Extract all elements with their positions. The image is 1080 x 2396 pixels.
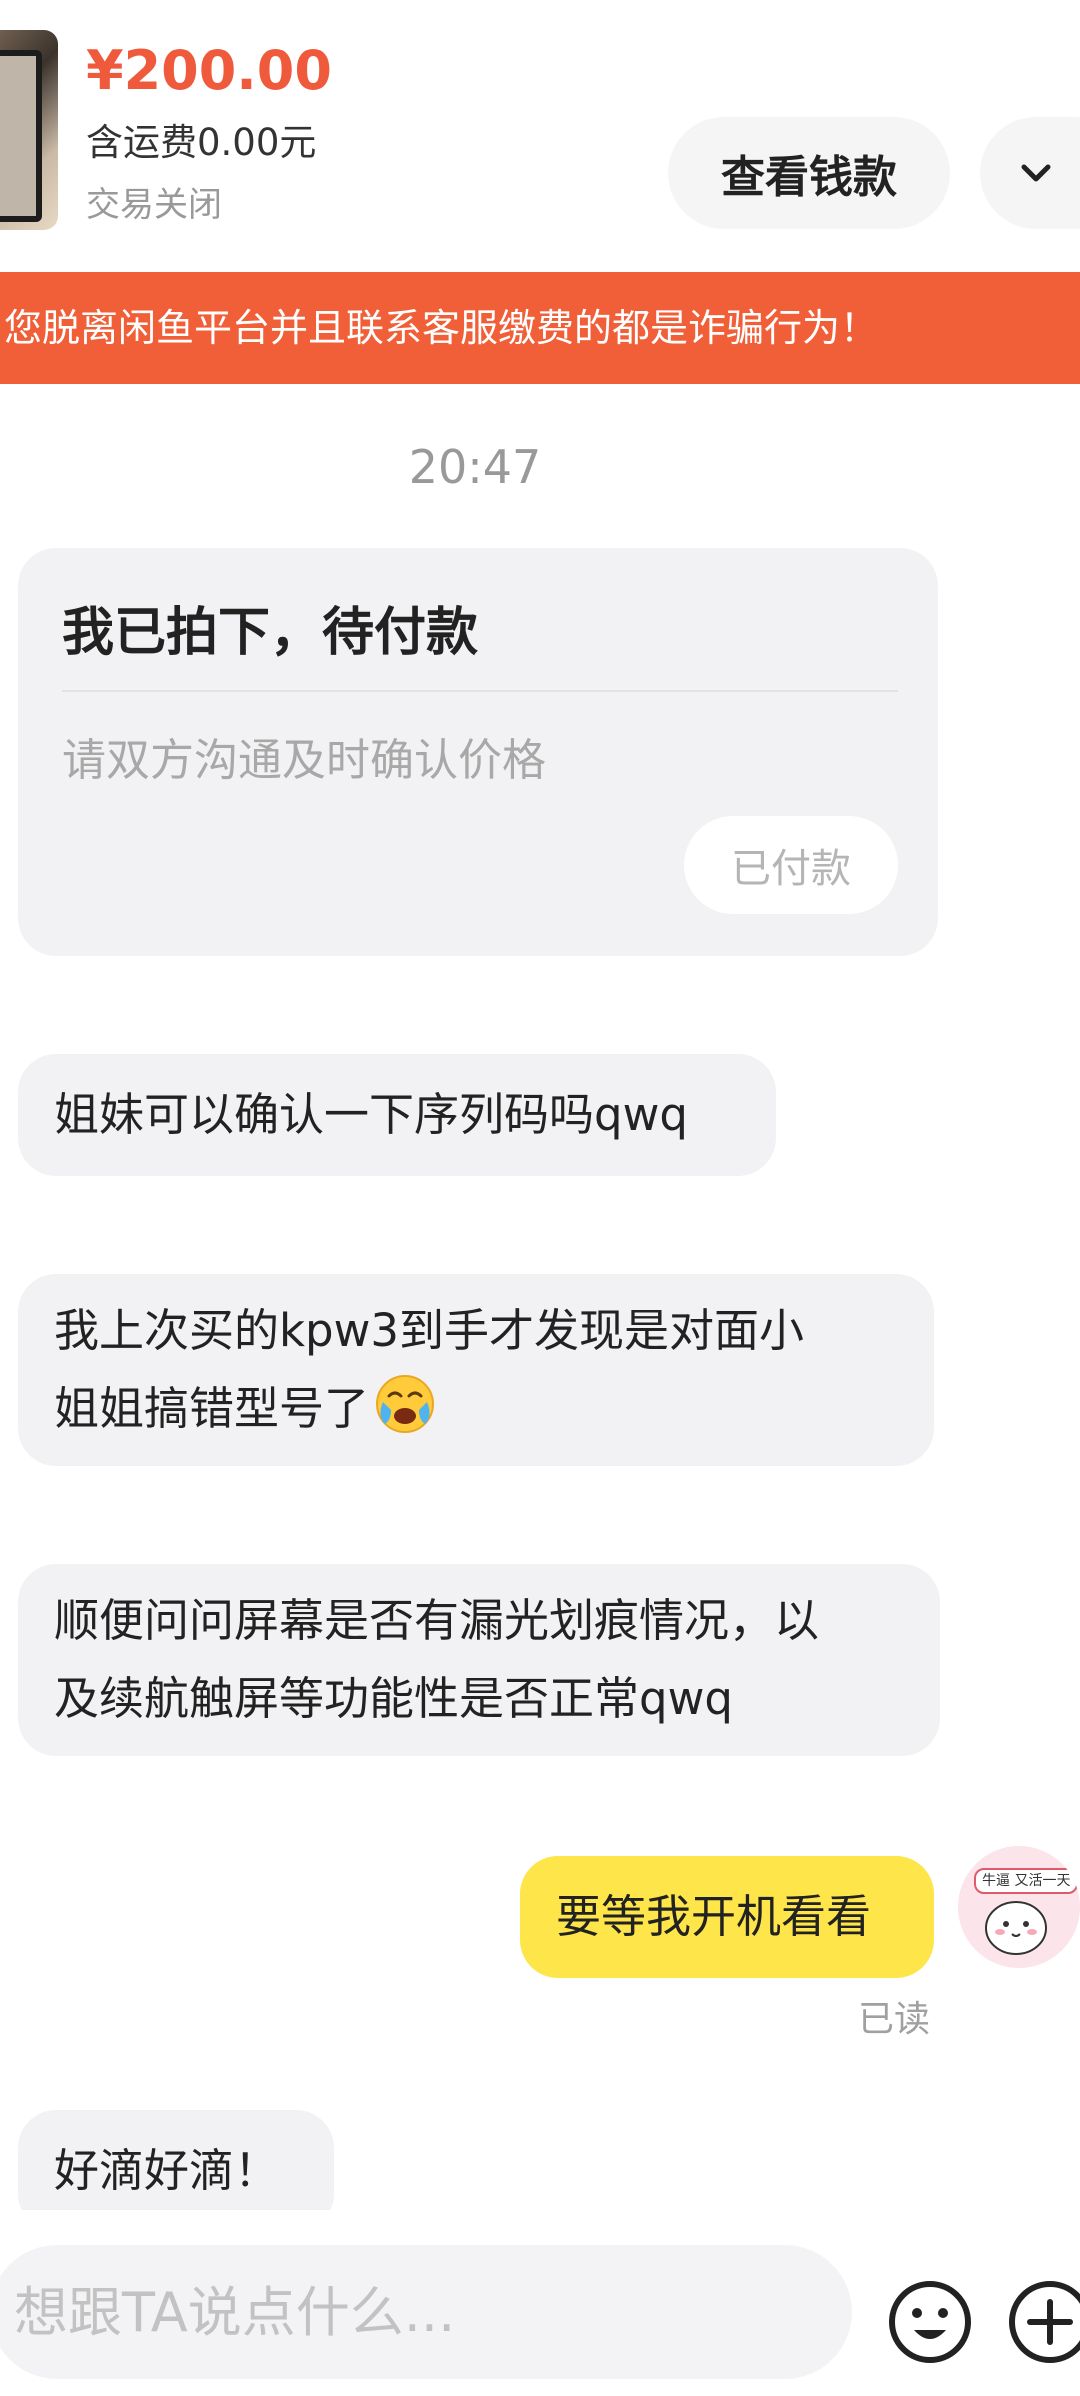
message-timestamp: 20:47 [408, 440, 542, 494]
order-price: ¥200.00 [86, 39, 332, 102]
smiley-icon[interactable] [886, 2278, 974, 2366]
divider [62, 690, 898, 692]
my-message-bubble[interactable]: 要等我开机看看 [520, 1856, 934, 1978]
message-text-line: 及续航触屏等功能性是否正常qwq [54, 1672, 733, 1725]
order-card-note: 请双方沟通及时确认价格 [62, 735, 546, 786]
order-card-title: 我已拍下，待付款 [62, 603, 479, 663]
avatar-sticker-caption: 牛逼 又活一天 [974, 1868, 1079, 1894]
paid-button[interactable]: 已付款 [684, 816, 898, 914]
plus-circle-icon[interactable] [1006, 2278, 1080, 2366]
shipping-fee: 含运费0.00元 [86, 121, 317, 164]
message-text-line: 顺便问问屏幕是否有漏光划痕情况，以 [54, 1594, 820, 1647]
message-bubble[interactable]: 姐妹可以确认一下序列码吗qwq [18, 1054, 776, 1176]
avatar[interactable]: 牛逼 又活一天 [958, 1846, 1080, 1968]
message-bubble[interactable]: 顺便问问屏幕是否有漏光划痕情况，以 及续航触屏等功能性是否正常qwq [18, 1564, 940, 1756]
expand-button[interactable] [980, 117, 1080, 229]
read-receipt: 已读 [858, 1999, 931, 2040]
fraud-warning-banner: 您脱离闲鱼平台并且联系客服缴费的都是诈骗行为！ [0, 272, 1080, 384]
order-status-card: 我已拍下，待付款 请双方沟通及时确认价格 已付款 [18, 548, 938, 956]
trade-status: 交易关闭 [86, 185, 222, 225]
message-input-bar [0, 2210, 1080, 2396]
message-input[interactable] [0, 2245, 852, 2379]
product-thumbnail[interactable] [0, 30, 58, 230]
product-image-frame [0, 50, 42, 222]
message-text-line: 我上次买的kpw3到手才发现是对面小 [54, 1304, 805, 1357]
message-text: 好滴好滴！ [54, 2144, 280, 2197]
message-bubble[interactable]: 我上次买的kpw3到手才发现是对面小 姐姐搞错型号了 [18, 1274, 934, 1466]
message-text: 要等我开机看看 [556, 1890, 872, 1943]
message-text: 姐妹可以确认一下序列码吗qwq [54, 1088, 688, 1141]
view-payment-button[interactable]: 查看钱款 [668, 117, 950, 229]
crying-face-icon [376, 1375, 435, 1433]
chevron-down-icon [1021, 164, 1051, 182]
message-text-line: 姐姐搞错型号了 [54, 1382, 370, 1435]
order-header: ¥200.00 含运费0.00元 交易关闭 查看钱款 [0, 0, 1080, 272]
avatar-sticker-image [959, 1847, 1079, 1967]
